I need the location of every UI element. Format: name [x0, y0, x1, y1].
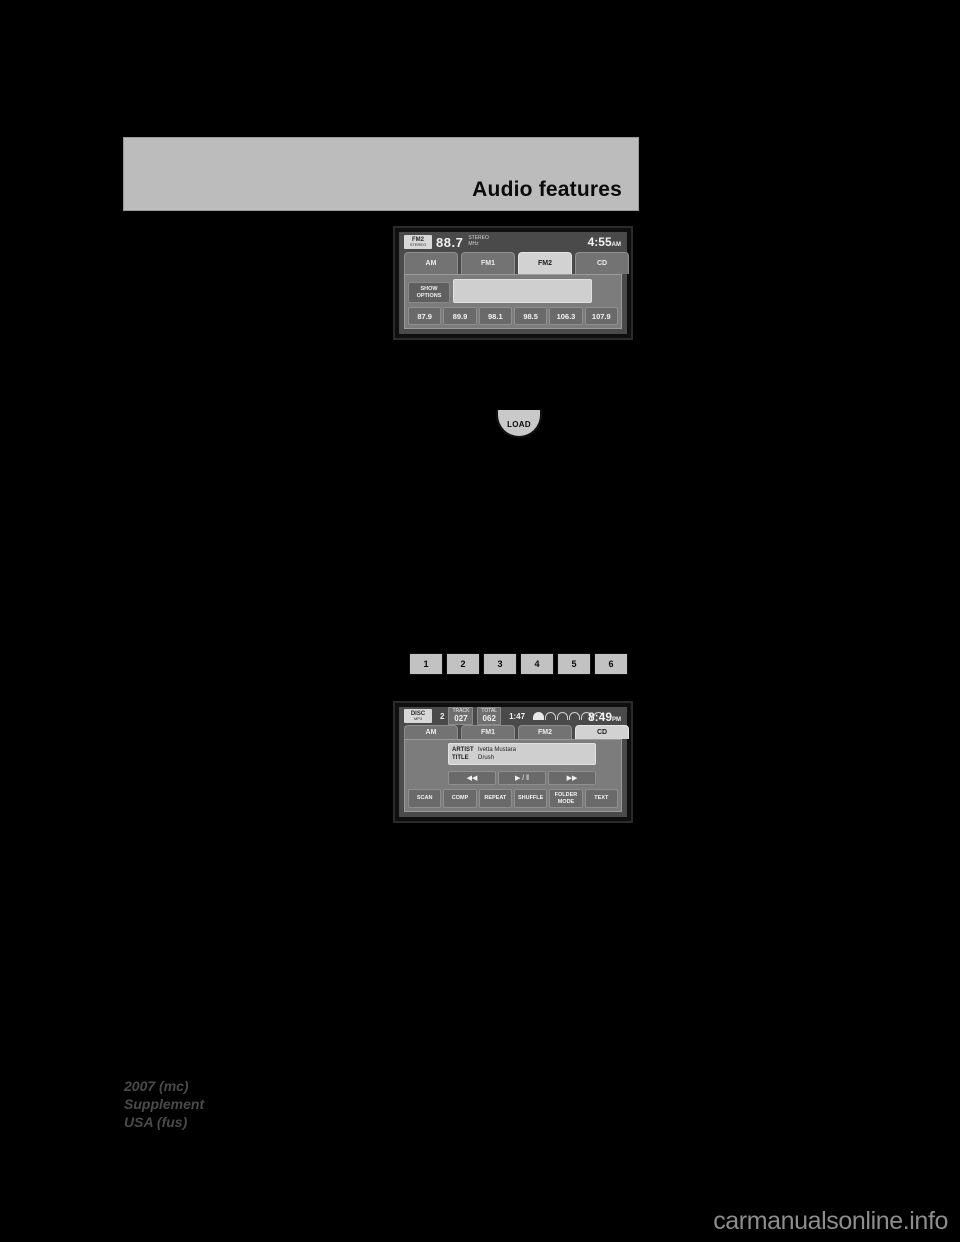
- radio-panel-middle: SHOW OPTIONS: [408, 278, 618, 304]
- cd-tab-fm1[interactable]: FM1: [461, 725, 515, 739]
- cd-panel-middle: ARTIST Ivetta Mustara TITLE Drush ◀◀ ▶ /…: [408, 742, 618, 785]
- shuffle-button-label: SHUFFLE: [517, 795, 544, 802]
- radio-source-badge-sub: STEREO: [409, 242, 427, 247]
- preset-hard-button-row: 1 2 3 4 5 6: [409, 653, 628, 675]
- cd-title-label: TITLE: [452, 754, 469, 761]
- scan-button[interactable]: SCAN: [408, 789, 442, 808]
- cd-clock-time: 8:49: [587, 710, 612, 724]
- footer-line-year: 2007 (mc): [124, 1078, 189, 1094]
- comp-button[interactable]: COMP: [443, 789, 477, 808]
- hard-button-1[interactable]: 1: [409, 653, 443, 675]
- hard-button-4[interactable]: 4: [520, 653, 554, 675]
- disc-slot-3-icon: [557, 712, 569, 721]
- radio-frequency-value: 88.7: [436, 234, 464, 250]
- page-title: Audio features: [472, 178, 622, 201]
- radio-screen: FM2 STEREO 88.7 STEREO MHz 4:55AM AM FM1…: [399, 232, 629, 334]
- radio-mhz-label: MHz: [468, 241, 479, 247]
- radio-frequency-units: STEREO MHz: [468, 235, 489, 248]
- tab-cd[interactable]: CD: [575, 252, 629, 274]
- show-options-line1: SHOW: [420, 286, 438, 293]
- radio-panel: SHOW OPTIONS 87.9 89.9 98.1 98.5 106.3 1…: [404, 274, 622, 329]
- play-pause-icon[interactable]: ▶ / ‖: [498, 771, 546, 785]
- radio-panel-left-column: SHOW OPTIONS: [408, 278, 450, 304]
- cd-disc-number: 2: [440, 711, 445, 721]
- hard-button-6[interactable]: 6: [594, 653, 628, 675]
- cd-tab-cd[interactable]: CD: [575, 725, 629, 739]
- cd-elapsed-time: 1:47: [509, 711, 526, 721]
- preset-button-5[interactable]: 106.3: [549, 307, 583, 325]
- preset-button-3[interactable]: 98.1: [478, 307, 512, 325]
- folder-mode-line2: MODE: [557, 798, 575, 805]
- hard-button-5[interactable]: 5: [557, 653, 591, 675]
- site-watermark: carmanualsonline.info: [713, 1207, 948, 1235]
- scan-button-label: SCAN: [416, 795, 433, 802]
- disc-slot-2-icon: [545, 712, 557, 721]
- page-header-bar: Audio features: [123, 137, 639, 211]
- tab-fm2[interactable]: FM2: [518, 252, 572, 274]
- radio-tab-row: AM FM1 FM2 CD: [399, 252, 629, 274]
- preset-button-6[interactable]: 107.9: [584, 307, 618, 325]
- show-options-line2: OPTIONS: [416, 292, 442, 299]
- shuffle-button[interactable]: SHUFFLE: [513, 789, 548, 808]
- comp-button-label: COMP: [451, 795, 469, 802]
- cd-track-value: 027: [454, 713, 468, 723]
- radio-fm-display-figure: FM2 STEREO 88.7 STEREO MHz 4:55AM AM FM1…: [393, 226, 633, 340]
- rewind-icon[interactable]: ◀◀: [448, 771, 496, 785]
- radio-panel-right-column: [453, 278, 618, 304]
- disc-slot-4-icon: [569, 712, 581, 721]
- cd-clock-ampm: PM: [612, 717, 621, 723]
- cd-artist-line: ARTIST Ivetta Mustara: [452, 746, 592, 754]
- preset-button-1[interactable]: 87.9: [408, 307, 442, 325]
- hard-button-2[interactable]: 2: [446, 653, 480, 675]
- tab-fm1[interactable]: FM1: [461, 252, 515, 274]
- load-button[interactable]: LOAD: [496, 410, 542, 438]
- cd-source-badge: DISC MP3: [404, 709, 432, 724]
- page-footer: 2007 (mc) Supplement USA (fus): [124, 1078, 204, 1132]
- load-button-label: LOAD: [507, 419, 531, 429]
- radio-clock-ampm: AM: [611, 242, 621, 248]
- cd-tab-fm2[interactable]: FM2: [518, 725, 572, 739]
- cd-title-line: TITLE Drush: [452, 754, 592, 762]
- radio-clock-time: 4:55: [587, 235, 612, 249]
- disc-slot-1-icon: [533, 712, 545, 721]
- folder-mode-button[interactable]: FOLDER MODE: [549, 789, 583, 808]
- footer-line-supplement: Supplement: [124, 1095, 205, 1112]
- cd-title-value: Drush: [478, 754, 495, 761]
- text-button-label: TEXT: [594, 795, 609, 802]
- preset-button-4[interactable]: 98.5: [513, 307, 548, 325]
- cd-metadata-box: ARTIST Ivetta Mustara TITLE Drush: [448, 742, 596, 765]
- tab-am[interactable]: AM: [404, 252, 458, 274]
- cd-artist-label: ARTIST: [452, 746, 474, 753]
- radio-status-strip: FM2 STEREO 88.7 STEREO MHz 4:55AM: [399, 232, 627, 252]
- cd-total-cell: TOTAL 062: [477, 707, 502, 726]
- cd-source-badge-sub: MP3: [413, 716, 423, 722]
- text-button[interactable]: TEXT: [584, 789, 618, 808]
- cd-artist-value: Ivetta Mustara: [478, 746, 517, 753]
- cd-status-strip: DISC MP3 2 TRACK 027 TOTAL 062 1:47 8:49…: [399, 707, 627, 726]
- footer-line-market: USA (fus): [124, 1113, 188, 1130]
- radio-clock: 4:55AM: [588, 235, 621, 249]
- cd-track-cell: TRACK 027: [448, 707, 474, 726]
- cd-function-row: SCAN COMP REPEAT SHUFFLE FOLDER MODE TEX…: [408, 789, 618, 808]
- cd-tab-row: AM FM1 FM2 CD: [399, 725, 629, 739]
- show-options-button[interactable]: SHOW OPTIONS: [408, 282, 450, 303]
- preset-button-2[interactable]: 89.9: [443, 307, 477, 325]
- hard-button-3[interactable]: 3: [483, 653, 517, 675]
- repeat-button-label: REPEAT: [484, 795, 507, 802]
- radio-text-strip: [453, 279, 592, 303]
- cd-display-figure: DISC MP3 2 TRACK 027 TOTAL 062 1:47 8:49…: [393, 701, 633, 823]
- repeat-button[interactable]: REPEAT: [478, 789, 512, 808]
- cd-transport-row: ◀◀ ▶ / ‖ ▶▶: [448, 771, 596, 785]
- radio-source-badge: FM2 STEREO: [404, 235, 432, 249]
- fast-forward-icon[interactable]: ▶▶: [548, 771, 596, 785]
- radio-preset-row: 87.9 89.9 98.1 98.5 106.3 107.9: [408, 307, 618, 325]
- cd-panel: ARTIST Ivetta Mustara TITLE Drush ◀◀ ▶ /…: [404, 738, 622, 812]
- cd-screen: DISC MP3 2 TRACK 027 TOTAL 062 1:47 8:49…: [399, 707, 629, 817]
- cd-total-value: 062: [482, 713, 496, 723]
- load-button-figure: LOAD: [496, 410, 542, 440]
- cd-tab-am[interactable]: AM: [404, 725, 458, 739]
- cd-clock: 8:49PM: [588, 710, 621, 724]
